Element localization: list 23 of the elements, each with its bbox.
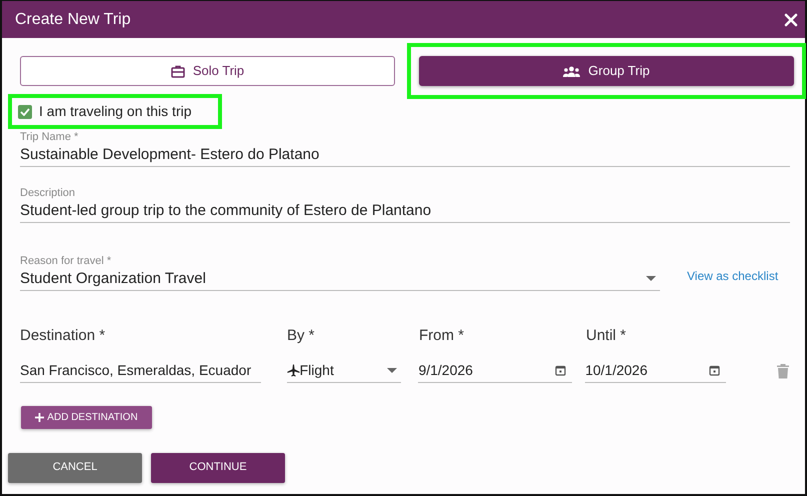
field-label: Trip Name * — [20, 131, 80, 144]
field-label: Description — [20, 187, 76, 200]
column-header: By * — [287, 326, 316, 346]
checkbox-label: I am traveling on this trip — [39, 102, 192, 121]
select-value: Flight — [300, 360, 334, 380]
select-field[interactable]: Student Organization Travel — [20, 268, 660, 291]
input-field[interactable]: San Francisco, Esmeraldas, Ecuador — [20, 360, 261, 382]
column-header: Destination * — [20, 326, 106, 346]
continue-button[interactable]: CONTINUE — [151, 452, 285, 482]
cancel-button[interactable]: CANCEL — [8, 452, 142, 482]
input-field[interactable]: Student-led group trip to the community of Estero de Plantano — [20, 200, 790, 223]
add-destination-button[interactable]: ADD DESTINATION — [21, 406, 152, 428]
date-field[interactable]: 10/1/2026 — [585, 360, 726, 382]
field-label: Reason for travel * — [20, 255, 112, 268]
column-header: From * — [419, 326, 465, 346]
input-field[interactable]: Sustainable Development- Estero do Platano — [20, 144, 790, 167]
column-header: Until * — [586, 326, 628, 346]
trip-type-toggle[interactable]: Solo Trip — [20, 56, 395, 86]
trip-type-toggle[interactable]: Group Trip — [419, 56, 794, 86]
checklist-link[interactable]: View as checklist — [687, 267, 778, 285]
date-field[interactable]: 9/1/2026 — [418, 360, 572, 382]
dialog-title: Create New Trip — [15, 10, 131, 30]
select-field[interactable]: Flight — [286, 360, 402, 382]
